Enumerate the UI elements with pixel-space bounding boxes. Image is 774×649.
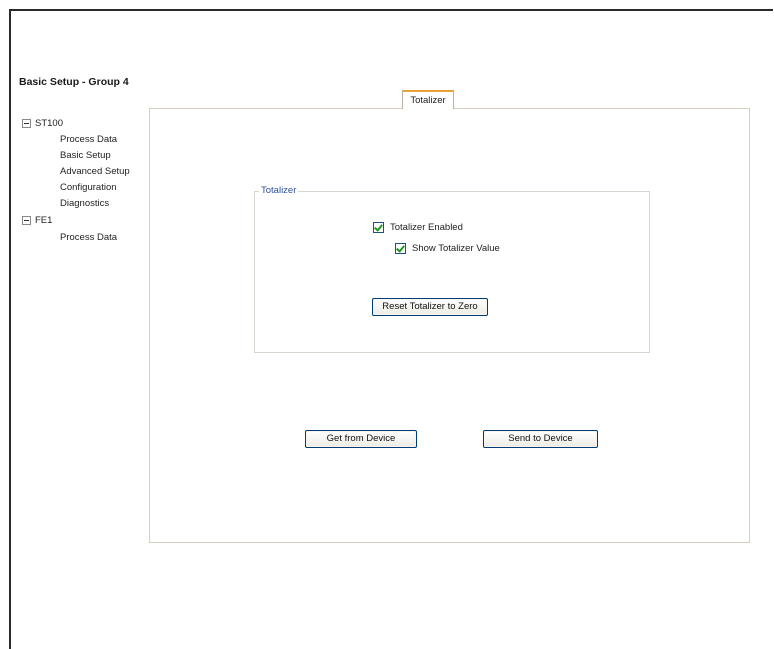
checkmark-icon[interactable] xyxy=(373,222,384,233)
checkmark-icon[interactable] xyxy=(395,243,406,254)
totalizer-enabled-checkbox[interactable]: Totalizer Enabled xyxy=(373,222,463,233)
tree-item-basic-setup[interactable]: Basic Setup xyxy=(60,150,111,161)
tree-item-label: Diagnostics xyxy=(60,198,110,209)
tab-totalizer[interactable]: Totalizer xyxy=(402,90,454,109)
get-from-device-button[interactable]: Get from Device xyxy=(305,430,417,448)
checkbox-label: Totalizer Enabled xyxy=(390,222,463,233)
tree-item-label: Advanced Setup xyxy=(60,166,130,177)
reset-totalizer-button[interactable]: Reset Totalizer to Zero xyxy=(372,298,488,316)
tree-node-st100[interactable]: ST100 xyxy=(22,118,63,129)
tree-item-diagnostics[interactable]: Diagnostics xyxy=(60,198,109,209)
totalizer-groupbox xyxy=(254,191,650,353)
tree-item-label: Configuration xyxy=(60,182,117,193)
tree-item-label: Basic Setup xyxy=(60,150,111,161)
tree-node-fe1[interactable]: FE1 xyxy=(22,215,52,226)
show-totalizer-value-checkbox[interactable]: Show Totalizer Value xyxy=(395,243,500,254)
tree-node-label: FE1 xyxy=(35,215,53,226)
collapse-icon[interactable] xyxy=(22,216,31,225)
tree-node-label: ST100 xyxy=(35,118,63,129)
page-title: Basic Setup - Group 4 xyxy=(19,76,129,88)
tree-item-fe1-process-data[interactable]: Process Data xyxy=(60,232,117,243)
tree-item-advanced-setup[interactable]: Advanced Setup xyxy=(60,166,130,177)
tree-item-process-data[interactable]: Process Data xyxy=(60,134,117,145)
groupbox-label: Totalizer xyxy=(259,185,299,196)
send-to-device-button[interactable]: Send to Device xyxy=(483,430,598,448)
checkbox-label: Show Totalizer Value xyxy=(412,243,500,254)
tree-item-configuration[interactable]: Configuration xyxy=(60,182,117,193)
tree-item-label: Process Data xyxy=(60,134,118,145)
collapse-icon[interactable] xyxy=(22,119,31,128)
tree-item-label: Process Data xyxy=(60,232,118,243)
